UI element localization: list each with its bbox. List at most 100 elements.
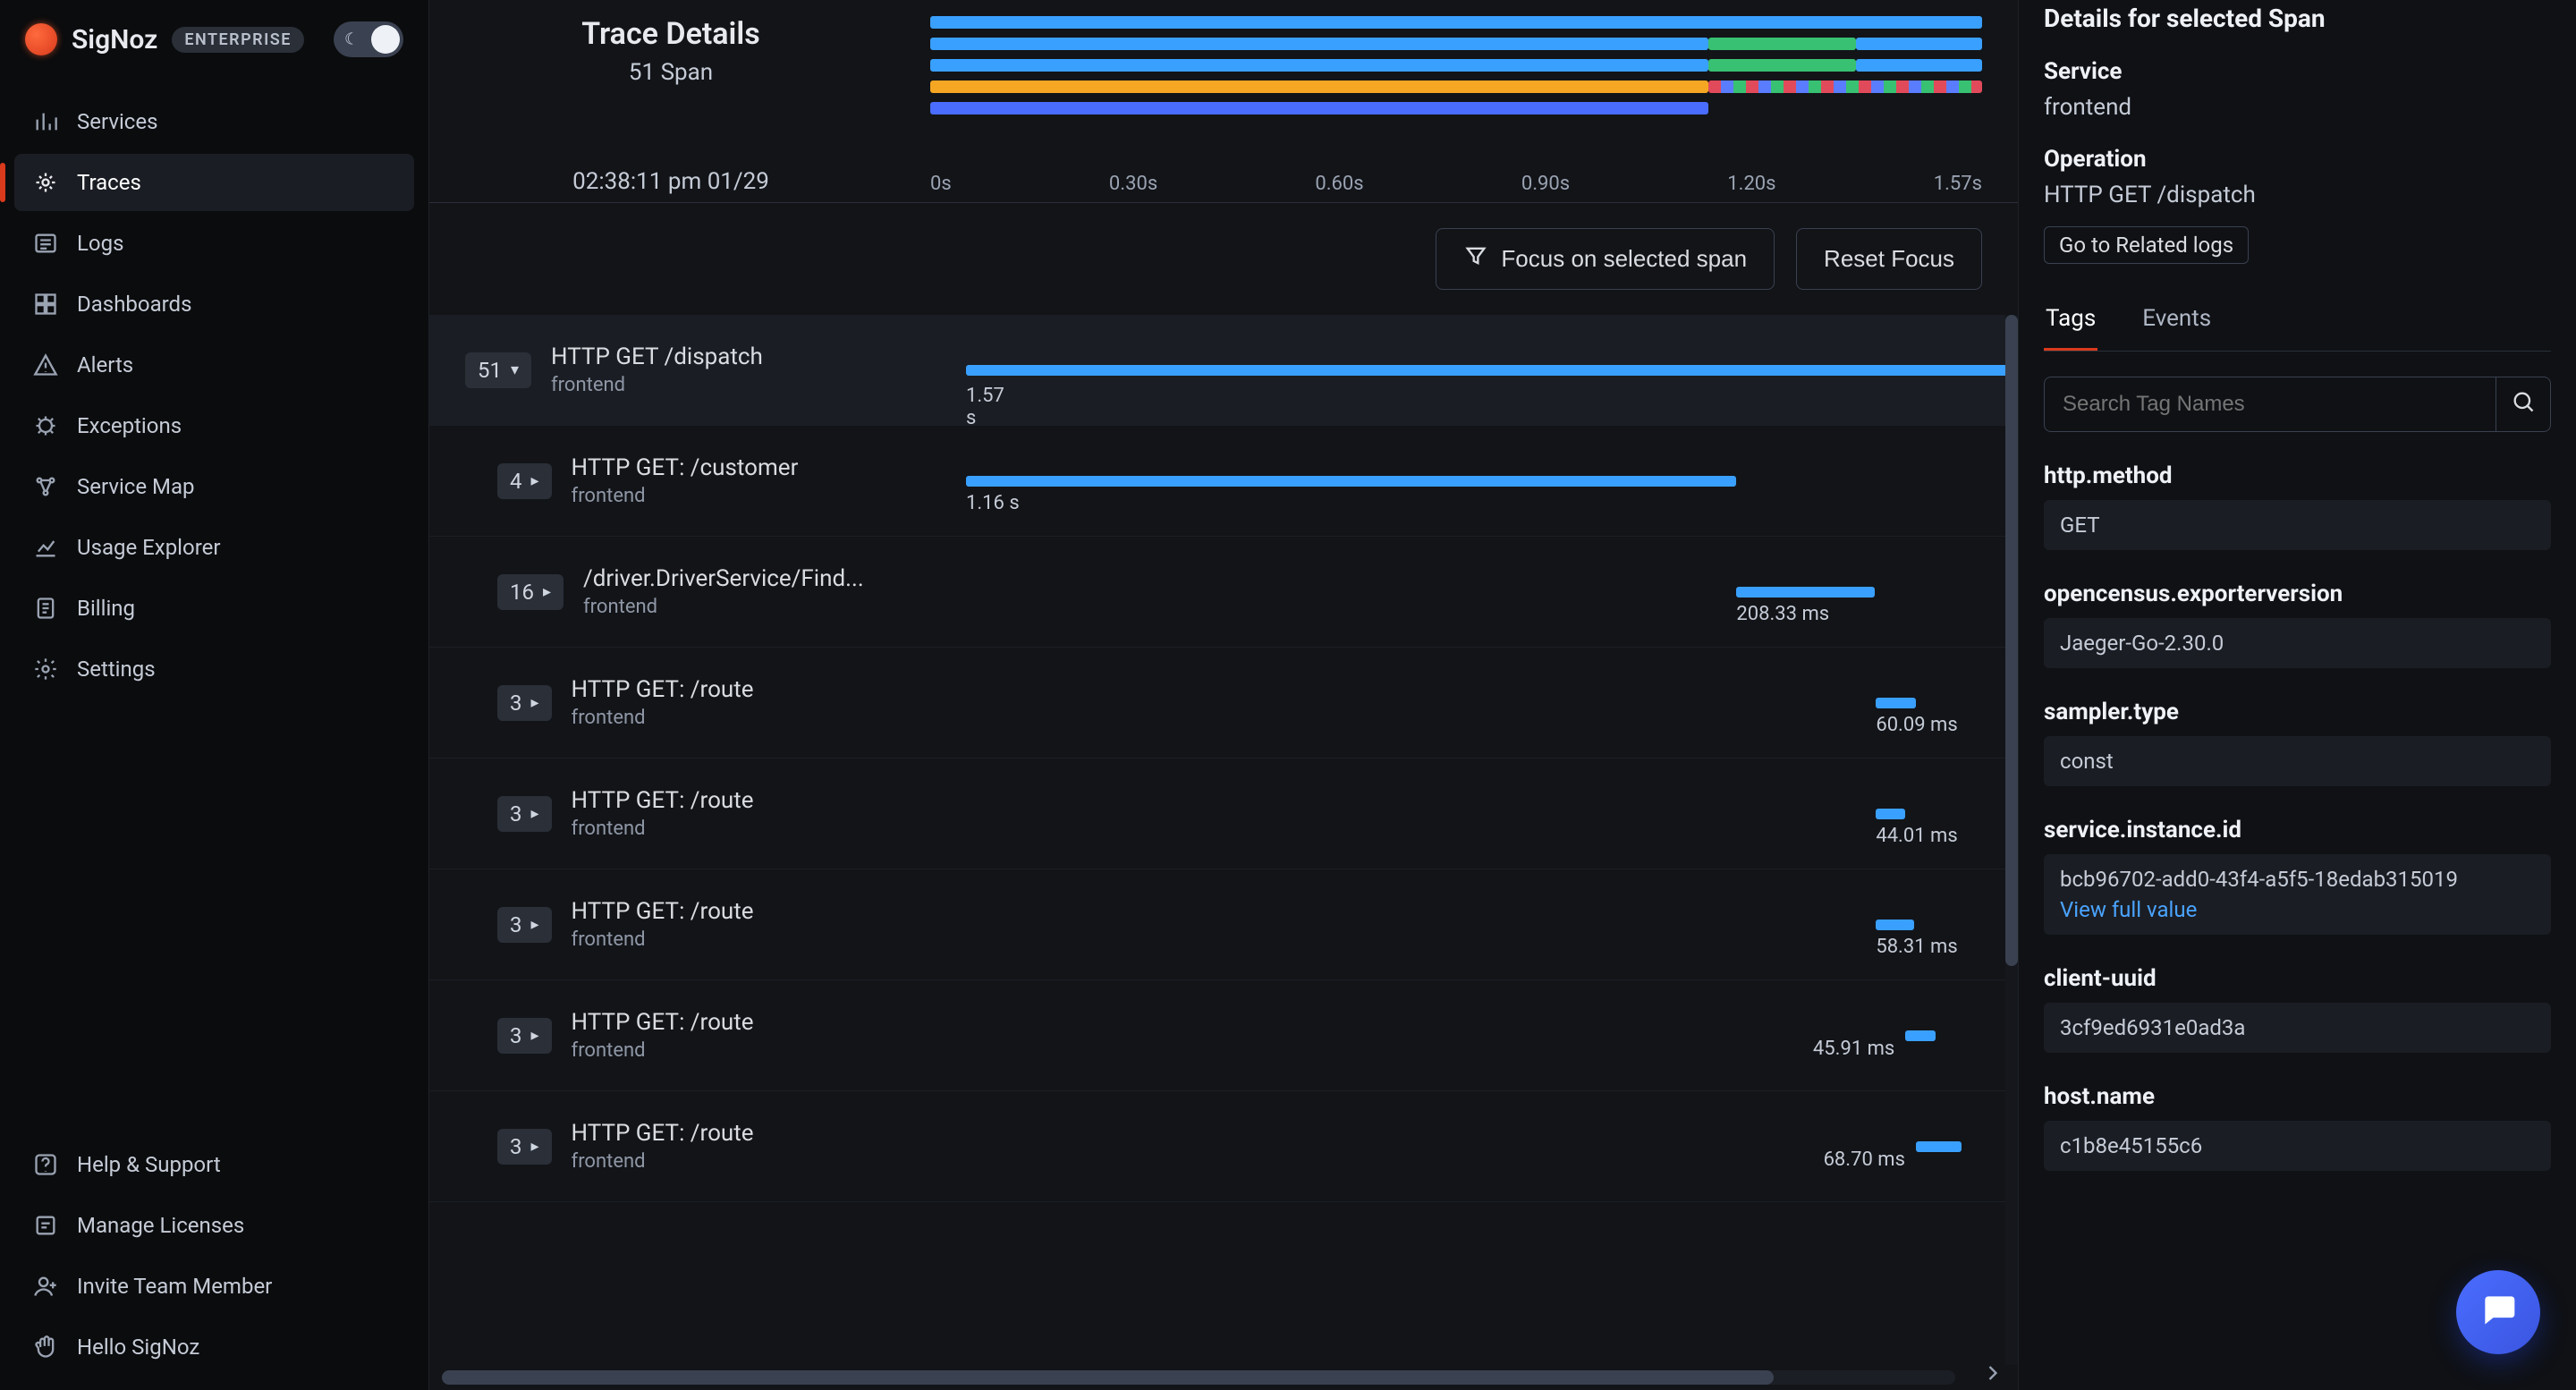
sidebar-item-label: Dashboards (77, 292, 191, 317)
reset-focus-button[interactable]: Reset Focus (1796, 228, 1982, 290)
tag-value: const (2044, 736, 2551, 786)
span-service: frontend (572, 928, 754, 951)
sidebar-item-label: Settings (77, 657, 156, 682)
sidebar-item-billing[interactable]: Billing (14, 580, 414, 637)
axis-tick: 1.20s (1727, 173, 1775, 195)
span-row[interactable]: 3▸HTTP GET: /routefrontend45.91 ms (429, 980, 2007, 1091)
sidebar-item-invite[interactable]: Invite Team Member (14, 1258, 414, 1315)
span-duration-bar (966, 365, 2007, 376)
time-axis-ticks: 0s 0.30s 0.60s 0.90s 1.20s 1.57s (930, 173, 1982, 195)
span-label: HTTP GET: /customerfrontend (572, 454, 799, 507)
pager-next-button[interactable] (1980, 1360, 2005, 1390)
sidebar-item-services[interactable]: Services (14, 93, 414, 150)
tags-list: http.methodGETopencensus.exporterversion… (2044, 462, 2551, 1171)
moon-icon: ☾ (344, 30, 359, 49)
span-expand-toggle[interactable]: 51▾ (465, 352, 531, 388)
span-expand-toggle[interactable]: 3▸ (497, 685, 552, 721)
details-operation-label: Operation (2044, 146, 2551, 173)
toggle-knob (371, 25, 400, 54)
span-duration-label: 68.70 ms (1824, 1148, 1905, 1171)
focus-selected-button[interactable]: Focus on selected span (1436, 228, 1775, 290)
sidebar-item-service-map[interactable]: Service Map (14, 458, 414, 515)
button-label: Focus on selected span (1501, 245, 1747, 273)
span-row[interactable]: 3▸HTTP GET: /routefrontend68.70 ms (429, 1091, 2007, 1202)
span-timeline-lane: 58.31 ms (966, 869, 2007, 979)
sidebar-item-label: Alerts (77, 352, 133, 377)
tag-search-button[interactable] (2496, 377, 2551, 432)
sidebar-item-label: Service Map (77, 474, 195, 499)
span-label: HTTP GET: /routefrontend (572, 898, 754, 951)
details-title: Details for selected Span (2044, 4, 2551, 33)
tag-search-input[interactable] (2044, 377, 2496, 432)
minimap-bar (930, 38, 1708, 50)
sidebar-item-dashboards[interactable]: Dashboards (14, 275, 414, 333)
span-expand-toggle[interactable]: 3▸ (497, 1129, 552, 1165)
span-row[interactable]: 51▾HTTP GET /dispatchfrontend1.57 s (429, 315, 2007, 426)
chevron-right-icon: ▸ (531, 1137, 539, 1156)
minimap-bar (930, 81, 1708, 93)
span-service: frontend (572, 818, 754, 840)
horizontal-scrollbar[interactable] (442, 1370, 1955, 1385)
chevron-right-icon: ▸ (531, 804, 539, 823)
span-operation: HTTP GET: /route (572, 1120, 754, 1147)
help-icon (32, 1152, 59, 1177)
sidebar-item-hello[interactable]: Hello SigNoz (14, 1318, 414, 1376)
theme-toggle[interactable]: ☾ (334, 21, 403, 57)
span-expand-toggle[interactable]: 16▸ (497, 574, 564, 610)
sidebar-item-licenses[interactable]: Manage Licenses (14, 1197, 414, 1254)
span-row[interactable]: 16▸ /driver.DriverService/Find...frontend… (429, 537, 2007, 648)
tag-key: http.method (2044, 462, 2551, 489)
span-expand-toggle[interactable]: 3▸ (497, 796, 552, 832)
sidebar-nav: Services Traces Logs Dashboards Alerts E… (0, 79, 428, 698)
span-details-panel: Details for selected Span Service fronte… (2018, 0, 2576, 1390)
tag-key: sampler.type (2044, 699, 2551, 725)
span-service: frontend (572, 1039, 754, 1062)
brand-name: SigNoz (72, 24, 157, 55)
span-service: frontend (583, 596, 864, 618)
scrollbar-thumb[interactable] (2005, 315, 2018, 966)
span-timeline-lane: 208.33 ms (966, 537, 2007, 647)
span-row[interactable]: 3▸HTTP GET: /routefrontend44.01 ms (429, 759, 2007, 869)
tag-value: Jaeger-Go-2.30.0 (2044, 618, 2551, 668)
sidebar-item-settings[interactable]: Settings (14, 640, 414, 698)
minimap-bar (1856, 59, 1982, 72)
tag-value: c1b8e45155c6 (2044, 1121, 2551, 1171)
chevron-right-icon: ▸ (531, 1026, 539, 1045)
span-expand-toggle[interactable]: 3▸ (497, 907, 552, 943)
vertical-scrollbar[interactable] (2005, 315, 2018, 1365)
sidebar-item-exceptions[interactable]: Exceptions (14, 397, 414, 454)
chevron-right-icon: ▸ (531, 915, 539, 934)
bug-icon (32, 413, 59, 438)
bar-chart-icon (32, 109, 59, 134)
sidebar-item-traces[interactable]: Traces (14, 154, 414, 211)
sidebar-item-usage-explorer[interactable]: Usage Explorer (14, 519, 414, 576)
span-child-count: 3 (510, 801, 522, 826)
span-service: frontend (572, 707, 754, 729)
go-to-related-logs-button[interactable]: Go to Related logs (2044, 226, 2249, 264)
sidebar-item-help[interactable]: Help & Support (14, 1136, 414, 1193)
sidebar-bottom: Help & Support Manage Licenses Invite Te… (0, 1122, 428, 1390)
span-scroll-area[interactable]: 51▾HTTP GET /dispatchfrontend1.57 s 4▸ HTT… (429, 315, 2007, 1369)
trace-minimap[interactable] (930, 16, 1982, 123)
sidebar-item-logs[interactable]: Logs (14, 215, 414, 272)
sidebar-item-label: Hello SigNoz (77, 1335, 199, 1360)
scrollbar-thumb[interactable] (442, 1370, 1774, 1385)
span-expand-toggle[interactable]: 3▸ (497, 1018, 552, 1054)
span-row[interactable]: 3▸HTTP GET: /routefrontend60.09 ms (429, 648, 2007, 759)
span-label: /driver.DriverService/Find...frontend (583, 565, 864, 618)
minimap-bar (1708, 81, 1982, 93)
span-row[interactable]: 4▸HTTP GET: /customerfrontend1.16 s (429, 426, 2007, 537)
minimap-bar (930, 16, 1982, 29)
sidebar-item-alerts[interactable]: Alerts (14, 336, 414, 394)
chat-fab-button[interactable] (2456, 1270, 2540, 1354)
span-row[interactable]: 3▸ HTTP GET: /routefrontend 58.31 ms (429, 869, 2007, 980)
enterprise-badge: ENTERPRISE (172, 27, 304, 53)
span-expand-toggle[interactable]: 4▸ (497, 463, 552, 499)
sidebar-item-label: Traces (77, 170, 141, 195)
span-tree-cell: 3▸HTTP GET: /routefrontend (429, 759, 966, 869)
view-full-value-link[interactable]: View full value (2060, 897, 2197, 922)
sidebar: SigNoz ENTERPRISE ☾ Services Traces Logs (0, 0, 429, 1390)
tab-events[interactable]: Events (2140, 292, 2213, 351)
button-label: Reset Focus (1824, 245, 1954, 273)
tab-tags[interactable]: Tags (2044, 292, 2097, 351)
